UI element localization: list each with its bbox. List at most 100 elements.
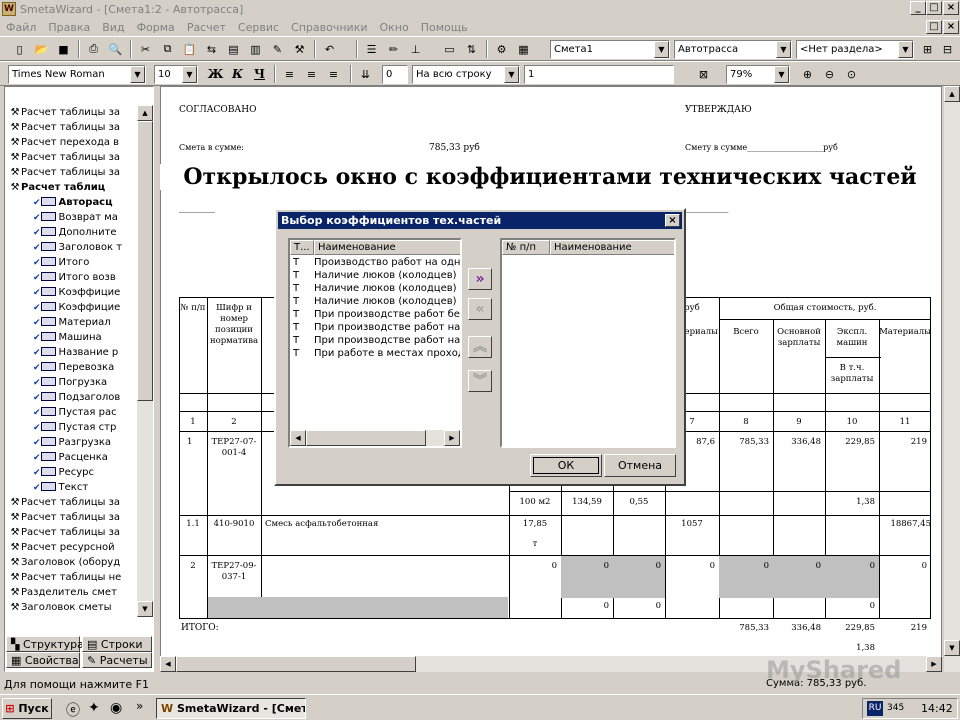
tree-item[interactable]: ✔ Материал — [5, 315, 137, 330]
open-icon[interactable]: 📂 — [32, 40, 51, 58]
menu-help[interactable]: Помощь — [421, 21, 468, 34]
tree-item[interactable]: ✔ Пустая стр — [5, 420, 137, 435]
align-left-icon[interactable]: ≡ — [280, 65, 299, 83]
tool3-icon[interactable]: ▥ — [246, 40, 265, 58]
hscroll-thumb[interactable] — [306, 430, 426, 446]
tool4-icon[interactable]: ✎ — [268, 40, 287, 58]
tree-item[interactable]: ✔ Заголовок т — [5, 240, 137, 255]
tree-item[interactable]: ⚒ Расчет таблицы за — [5, 525, 137, 540]
menu-window[interactable]: Окно — [380, 21, 409, 34]
scroll-down-icon[interactable]: ▼ — [944, 640, 960, 656]
smeta-combo[interactable]: Смета1 ▼ — [550, 40, 670, 59]
list-item[interactable]: Т При производстве работ на в — [290, 334, 460, 347]
tree-item[interactable]: ⚒ Расчет перехода в — [5, 135, 137, 150]
tree-item[interactable]: ✔ Дополните — [5, 225, 137, 240]
quicklaunch-icon[interactable]: ✦ — [88, 700, 100, 716]
scroll-thumb[interactable] — [137, 121, 153, 401]
tree-item[interactable]: ✔ Ресурс — [5, 465, 137, 480]
mdi-restore-button[interactable]: □ — [926, 20, 942, 34]
insert-icon[interactable]: ⊥ — [406, 40, 425, 58]
tree-item[interactable]: ⚒ Заголовок сметы — [5, 600, 137, 615]
tree-item[interactable]: ⚒ Расчет таблицы за — [5, 120, 137, 135]
menu-file[interactable]: Файл — [6, 21, 36, 34]
zoom-combo[interactable]: 79% ▼ — [726, 65, 790, 84]
tab-rows[interactable]: ▤ Строки — [82, 636, 152, 652]
span-combo[interactable]: На всю строку ▼ — [412, 65, 520, 84]
value-field[interactable]: 1 — [524, 65, 674, 84]
list-item[interactable]: Т Наличие люков (колодцев) по — [290, 295, 460, 308]
settings-icon[interactable]: ⚙ — [492, 40, 511, 58]
tab-calculations[interactable]: ✎ Расчеты — [82, 652, 152, 668]
indent-field[interactable]: 0 — [382, 65, 408, 84]
tree-item[interactable]: ✔ Перевозка — [5, 360, 137, 375]
move-right-button[interactable]: » — [468, 268, 492, 290]
mdi-close-button[interactable]: × — [943, 20, 959, 34]
chevron-down-icon[interactable]: ▼ — [776, 41, 791, 58]
align-center-icon[interactable]: ≡ — [302, 65, 321, 83]
preview-icon[interactable]: 🔍 — [106, 40, 125, 58]
tab-properties[interactable]: ▦ Свойства — [6, 652, 80, 668]
tree-scrollbar[interactable]: ▲ ▼ — [137, 105, 153, 617]
list-item[interactable]: Т При работе в местах прохода — [290, 347, 460, 360]
pencil-icon[interactable]: ✏ — [384, 40, 403, 58]
section-add-icon[interactable]: ⊞ — [918, 40, 937, 58]
tree-item[interactable]: ✔ Машина — [5, 330, 137, 345]
list-item[interactable]: Т Наличие люков (колодцев) по — [290, 282, 460, 295]
underline-button[interactable]: Ч — [250, 65, 269, 83]
chevron-down-icon[interactable]: ▼ — [182, 66, 197, 83]
tree-item[interactable]: ⚒ Разделитель смет — [5, 585, 137, 600]
list-item[interactable]: Т Производство работ на одной — [290, 256, 460, 269]
cut-icon[interactable]: ✂ — [136, 40, 155, 58]
tab-structure[interactable]: ▚ Структура — [6, 636, 84, 652]
font-combo[interactable]: Times New Roman ▼ — [8, 65, 146, 84]
tree-item[interactable]: ✔ Погрузка — [5, 375, 137, 390]
taskbar-app-button[interactable]: W SmetaWizard - [Смет... — [156, 698, 306, 719]
tool1-icon[interactable]: ⇆ — [202, 40, 221, 58]
tree-item[interactable]: ⚒ Расчет ресурсной — [5, 540, 137, 555]
chevron-down-icon[interactable]: ▼ — [774, 66, 789, 83]
maximize-button[interactable]: □ — [926, 1, 942, 15]
list-item[interactable]: Т При производстве работ без — [290, 308, 460, 321]
tool2-icon[interactable]: ▤ — [224, 40, 243, 58]
doc-vscrollbar[interactable]: ▲ ▼ — [944, 86, 960, 672]
tool5-icon[interactable]: ⚒ — [290, 40, 309, 58]
calc-icon[interactable]: ▦ — [514, 40, 533, 58]
close-button[interactable]: × — [943, 1, 959, 15]
save-icon[interactable]: ■ — [54, 40, 73, 58]
tree-item[interactable]: ⚒ Расчет таблицы за — [5, 105, 137, 120]
col-header-name2[interactable]: Наименование — [550, 240, 674, 255]
section-combo[interactable]: <Нет раздела> ▼ — [796, 40, 914, 59]
chevron-down-icon[interactable]: ▼ — [898, 41, 913, 58]
align-right-icon[interactable]: ≡ — [324, 65, 343, 83]
tree-item[interactable]: ✔ Разгрузка — [5, 435, 137, 450]
indent-icon[interactable]: ⇊ — [356, 65, 375, 83]
list-item[interactable]: Т При производстве работ на в — [290, 321, 460, 334]
list-item[interactable]: Т Наличие люков (колодцев) по — [290, 269, 460, 282]
tree-item[interactable]: ✔ Коэффицие — [5, 285, 137, 300]
sort-icon[interactable]: ⇅ — [462, 40, 481, 58]
tree-item[interactable]: ⚒ Расчет таблицы за — [5, 165, 137, 180]
tree-item[interactable]: ⚒ Расчет таблицы не — [5, 570, 137, 585]
cancel-button[interactable]: Отмена — [604, 454, 676, 477]
scroll-left-icon[interactable]: ◀ — [290, 430, 306, 446]
chevron-down-icon[interactable]: ▼ — [504, 66, 519, 83]
move-down-button[interactable]: ︾ — [468, 370, 492, 392]
tree-item[interactable]: ✔ Расценка — [5, 450, 137, 465]
chevron-down-icon[interactable]: ▼ — [130, 66, 145, 83]
tree-item[interactable]: ✔ Текст — [5, 480, 137, 495]
undo-icon[interactable]: ↶ — [320, 40, 339, 58]
menu-calc[interactable]: Расчет — [187, 21, 226, 34]
list-icon[interactable]: ☰ — [362, 40, 381, 58]
paste-icon[interactable]: 📋 — [180, 40, 199, 58]
zoom-out-icon[interactable]: ⊖ — [820, 65, 839, 83]
menu-form[interactable]: Форма — [137, 21, 175, 34]
bold-button[interactable]: Ж — [206, 65, 225, 83]
menu-view[interactable]: Вид — [102, 21, 124, 34]
zoom-in-icon[interactable]: ⊕ — [798, 65, 817, 83]
scroll-down-icon[interactable]: ▼ — [137, 601, 153, 617]
section-del-icon[interactable]: ⊟ — [938, 40, 957, 58]
print-icon[interactable]: ⎙ — [84, 40, 103, 58]
tree-item[interactable]: ⚒ Расчет таблицы за — [5, 510, 137, 525]
font-size-combo[interactable]: 10 ▼ — [154, 65, 198, 84]
col-header-num[interactable]: № п/п — [502, 240, 550, 255]
